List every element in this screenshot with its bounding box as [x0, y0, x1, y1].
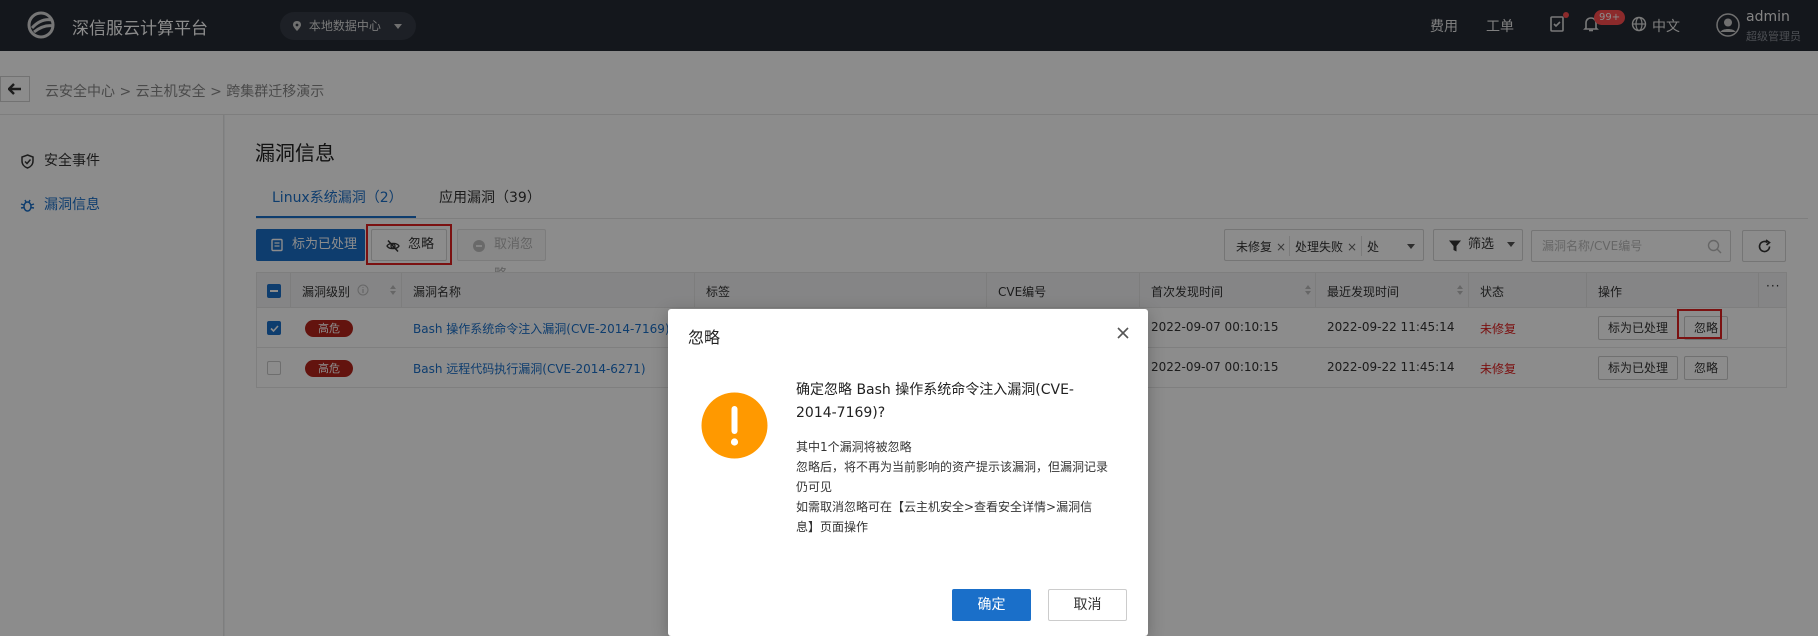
ignore-confirm-dialog: 忽略 确定忽略 Bash 操作系统命令注入漏洞(CVE- 2014-7169)?… — [668, 309, 1148, 636]
warning-icon — [701, 392, 768, 459]
dialog-info: 其中1个漏洞将被忽略 忽略后，将不再为当前影响的资产提示该漏洞，但漏洞记录 仍可… — [796, 440, 1109, 534]
close-icon[interactable] — [1115, 325, 1131, 341]
dialog-title: 忽略 — [688, 328, 721, 347]
dialog-question: 确定忽略 Bash 操作系统命令注入漏洞(CVE- 2014-7169)? — [796, 382, 1074, 421]
confirm-button[interactable]: 确定 — [952, 589, 1031, 621]
cancel-button[interactable]: 取消 — [1048, 589, 1127, 621]
